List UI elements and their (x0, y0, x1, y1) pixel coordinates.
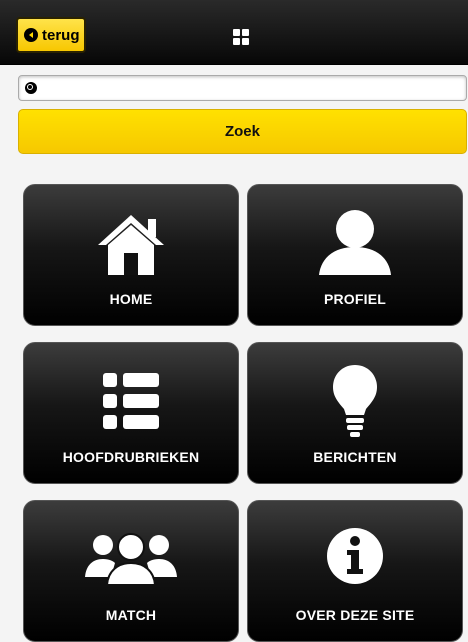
search-button[interactable]: Zoek (18, 109, 467, 154)
tile-berichten-label: BERICHTEN (313, 449, 397, 465)
tile-hoofdrubrieken[interactable]: HOOFDRUBRIEKEN (23, 342, 239, 484)
search-input[interactable] (43, 78, 462, 100)
grid-menu-button[interactable] (233, 29, 250, 46)
tile-profiel[interactable]: PROFIEL (247, 184, 463, 326)
grid-icon-cell (233, 38, 240, 45)
back-button[interactable]: terug (16, 17, 86, 53)
user-icon (319, 210, 391, 275)
tile-home[interactable]: HOME (23, 184, 239, 326)
tile-match-label: MATCH (105, 607, 157, 623)
tile-over-deze-site-label: OVER DEZE SITE (295, 607, 415, 623)
search-icon (25, 82, 37, 94)
users-icon (85, 533, 177, 585)
back-button-label: terug (42, 26, 80, 44)
header-bar: terug (0, 0, 468, 65)
grid-icon (233, 29, 240, 36)
tile-profiel-label: PROFIEL (323, 291, 387, 307)
search-button-label: Zoek (224, 123, 260, 140)
grid-icon-cell (242, 29, 249, 36)
grid-icon-cell (242, 38, 249, 45)
info-icon (327, 528, 383, 584)
home-icon (98, 215, 164, 275)
tile-hoofdrubrieken-label: HOOFDRUBRIEKEN (62, 449, 200, 465)
tile-over-deze-site[interactable]: OVER DEZE SITE (247, 500, 463, 642)
search-field[interactable] (18, 75, 467, 101)
tile-match[interactable]: MATCH (23, 500, 239, 642)
tile-home-label: HOME (109, 291, 153, 307)
chevron-left-circle-icon (24, 28, 38, 42)
tile-berichten[interactable]: BERICHTEN (247, 342, 463, 484)
list-icon (103, 373, 159, 429)
lightbulb-icon (333, 365, 377, 437)
